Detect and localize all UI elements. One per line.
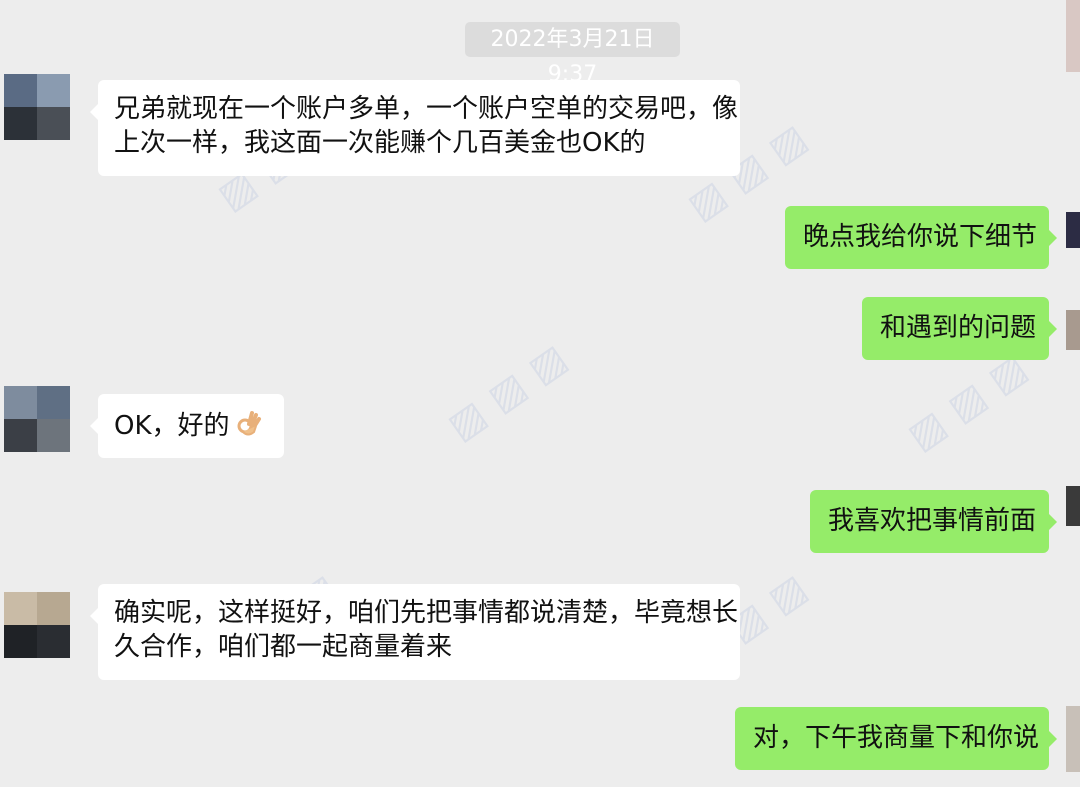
self-avatar[interactable] [1066, 486, 1080, 526]
watermark: ▨ ▨ ▨ [439, 335, 575, 449]
message-text: OK，好的 [114, 411, 230, 441]
message-bubble-incoming[interactable]: 兄弟就现在一个账户多单，一个账户空单的交易吧，像 上次一样，我这面一次能赚个几百… [90, 80, 740, 176]
self-avatar[interactable] [1066, 706, 1080, 772]
message-text: 确实呢，这样挺好，咱们先把事情都说清楚，毕竟想长 [114, 598, 739, 628]
contact-avatar[interactable] [4, 74, 70, 140]
message-text: 久合作，咱们都一起商量着来 [114, 632, 453, 662]
message-text: 兄弟就现在一个账户多单，一个账户空单的交易吧，像 [114, 94, 739, 124]
message-text: 和遇到的问题 [880, 313, 1037, 343]
message-bubble-incoming[interactable]: OK，好的 [90, 394, 284, 458]
chat-window: ▨ ▨ ▨ ▨ ▨ ▨ ▨ ▨ ▨ ▨ ▨ ▨ ▨ ▨ ▨ ▨ ▨ ▨ 2022… [0, 0, 1080, 787]
message-bubble-outgoing[interactable]: 我喜欢把事情前面 [810, 490, 1057, 553]
self-avatar[interactable] [1066, 310, 1080, 350]
message-bubble-incoming[interactable]: 确实呢，这样挺好，咱们先把事情都说清楚，毕竟想长 久合作，咱们都一起商量着来 [90, 584, 740, 680]
message-bubble-outgoing[interactable]: 晚点我给你说下细节 [785, 206, 1057, 269]
self-avatar[interactable] [1066, 212, 1080, 248]
ok-hand-icon [236, 410, 262, 450]
contact-avatar[interactable] [4, 592, 70, 658]
self-avatar[interactable] [1066, 0, 1080, 72]
message-text: 上次一样，我这面一次能赚个几百美金也OK的 [114, 128, 646, 158]
watermark: ▨ ▨ ▨ [899, 345, 1035, 459]
contact-avatar[interactable] [4, 386, 70, 452]
message-bubble-outgoing[interactable]: 和遇到的问题 [862, 297, 1057, 360]
message-text: 对，下午我商量下和你说 [753, 723, 1040, 753]
message-timestamp: 2022年3月21日 9:37 [465, 22, 680, 87]
message-text: 晚点我给你说下细节 [803, 222, 1038, 252]
message-text: 我喜欢把事情前面 [828, 506, 1037, 536]
message-bubble-outgoing[interactable]: 对，下午我商量下和你说 [735, 707, 1057, 770]
